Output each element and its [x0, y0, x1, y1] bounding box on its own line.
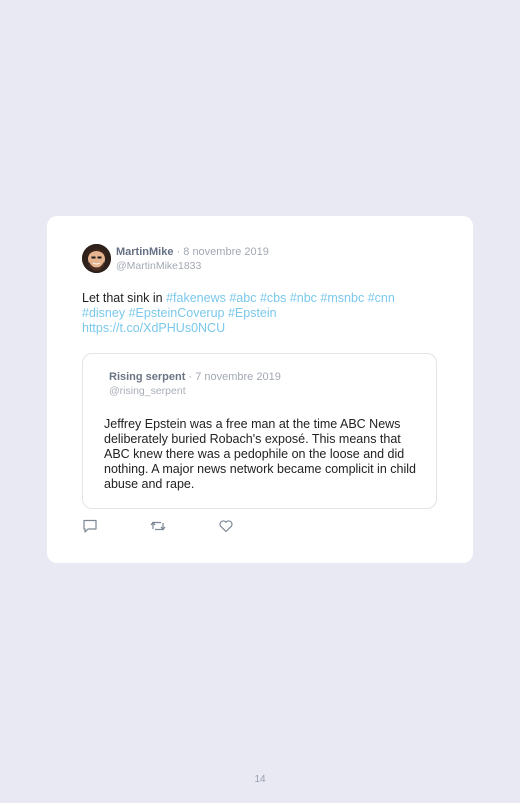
- author-avatar[interactable]: [82, 244, 111, 273]
- hashtag[interactable]: #disney: [82, 306, 125, 320]
- hashtag[interactable]: #msnbc: [320, 291, 364, 305]
- hashtag[interactable]: #cnn: [368, 291, 395, 305]
- hashtag[interactable]: #cbs: [260, 291, 286, 305]
- hashtag[interactable]: #EpsteinCoverup: [129, 306, 225, 320]
- author-handle[interactable]: @MartinMike1833: [116, 260, 201, 272]
- tweet-text: Let that sink in #fakenews #abc #cbs #nb…: [82, 291, 437, 336]
- tweet-link[interactable]: https://t.co/XdPHUs0NCU: [82, 321, 225, 335]
- quote-date[interactable]: 7 novembre 2019: [195, 371, 281, 383]
- reply-button[interactable]: [82, 518, 150, 534]
- tweet-date[interactable]: 8 novembre 2019: [183, 246, 269, 258]
- hashtag[interactable]: #nbc: [290, 291, 317, 305]
- tweet-text-plain: Let that sink in: [82, 291, 163, 305]
- like-button[interactable]: [218, 518, 286, 534]
- quote-text: Jeffrey Epstein was a free man at the ti…: [104, 417, 416, 491]
- quote-author-name[interactable]: Rising serpent: [109, 371, 185, 383]
- heart-icon: [219, 520, 233, 533]
- retweet-icon: [150, 521, 166, 531]
- quote-separator: ·: [188, 371, 193, 383]
- quote-author-line: Rising serpent · 7 novembre 2019: [109, 371, 281, 383]
- author-separator: ·: [176, 246, 181, 258]
- author-line: MartinMike · 8 novembre 2019: [116, 246, 269, 258]
- hashtag[interactable]: #Epstein: [228, 306, 277, 320]
- retweet-button[interactable]: [150, 518, 218, 534]
- quoted-tweet[interactable]: Rising serpent · 7 novembre 2019 @rising…: [82, 353, 437, 509]
- avatar-image: [82, 244, 111, 273]
- comment-icon: [83, 519, 97, 533]
- tweet-card: MartinMike · 8 novembre 2019 @MartinMike…: [47, 216, 473, 563]
- hashtag[interactable]: #fakenews: [166, 291, 226, 305]
- author-name[interactable]: MartinMike: [116, 246, 173, 258]
- page-number: 14: [254, 774, 266, 785]
- hashtag[interactable]: #abc: [229, 291, 256, 305]
- tweet-actions: [82, 518, 286, 534]
- quote-author-handle[interactable]: @rising_serpent: [109, 385, 186, 397]
